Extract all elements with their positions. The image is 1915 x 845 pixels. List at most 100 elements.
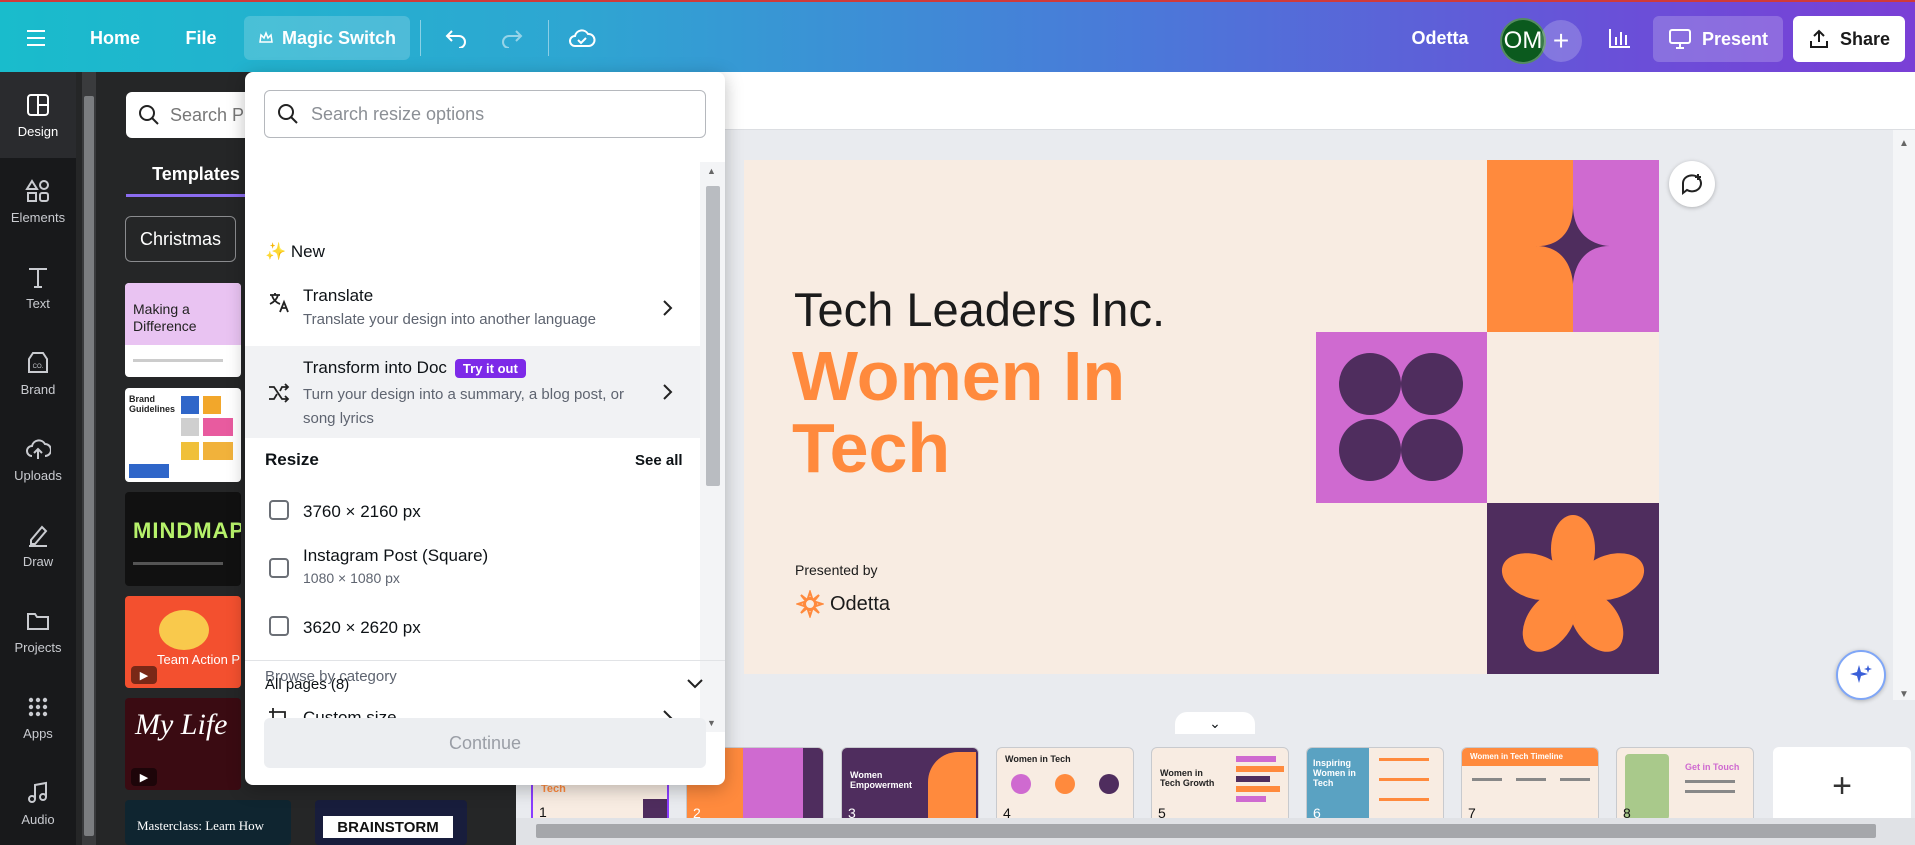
redo-icon — [502, 30, 523, 48]
rail-label: Elements — [10, 209, 66, 225]
slide-title-line1: Women In — [792, 337, 1126, 415]
design-icon — [27, 93, 49, 116]
transform-title-row: Transform into Doc Try it out — [303, 358, 526, 378]
resize-option[interactable]: 3760 × 2160 px — [245, 490, 700, 534]
add-comment-button[interactable] — [1669, 161, 1715, 207]
translate-option[interactable]: Translate Translate your design into ano… — [245, 278, 700, 340]
undo-button[interactable] — [436, 16, 476, 60]
translate-title: Translate — [303, 286, 374, 305]
rail-item-elements[interactable]: Elements — [0, 158, 76, 244]
share-label: Share — [1839, 28, 1891, 49]
resize-option-title: Instagram Post (Square) — [303, 546, 489, 565]
template-title: Brand Guidelines — [129, 394, 176, 414]
template-card[interactable]: My Life ▶ — [125, 698, 241, 790]
play-icon: ▶ — [131, 666, 157, 684]
page-thumbnail-3[interactable]: Women Empowerment 3 — [841, 747, 979, 825]
rail-label: Text — [26, 295, 50, 311]
chevron-down-icon[interactable] — [685, 676, 705, 692]
page-thumbnail-5[interactable]: Women in Tech Growth 5 — [1151, 747, 1289, 825]
save-status-button[interactable] — [562, 16, 602, 60]
brand-icon: CO. — [28, 351, 48, 373]
resize-option-subtitle: 1080 × 1080 px — [303, 570, 400, 586]
template-card[interactable]: Making a Difference — [125, 283, 241, 377]
template-card[interactable]: MINDMAP — [125, 492, 241, 586]
page-thumbnail-4[interactable]: Women in Tech 4 — [996, 747, 1134, 825]
dropdown-scrollbar[interactable]: ▲ ▼ — [700, 162, 725, 732]
rail-item-brand[interactable]: CO. Brand — [0, 330, 76, 416]
slide-company: Tech Leaders Inc. — [794, 283, 1165, 336]
translate-subtitle: Translate your design into another langu… — [303, 311, 596, 328]
svg-text:CO.: CO. — [33, 364, 44, 370]
rail-item-apps[interactable]: Apps — [0, 674, 76, 760]
add-page-button[interactable]: + — [1773, 747, 1911, 825]
slide-graphic — [1316, 160, 1659, 674]
filter-chip-christmas[interactable]: Christmas — [125, 216, 237, 262]
rail-label: Apps — [23, 725, 53, 741]
template-card[interactable]: Team Action Pl ▶ — [125, 596, 241, 688]
page-strip-scrollbar[interactable] — [516, 818, 1915, 845]
text-icon — [29, 267, 47, 288]
chevron-right-icon — [663, 384, 673, 400]
template-title: BRAINSTORM — [323, 816, 453, 838]
insights-button[interactable] — [1598, 16, 1642, 60]
transform-subtitle-1: Turn your design into a summary, a blog … — [303, 386, 624, 403]
apps-icon — [28, 697, 48, 716]
rail-item-uploads[interactable]: Uploads — [0, 416, 76, 502]
rail-item-projects[interactable]: Projects — [0, 588, 76, 674]
page-thumbnail-8[interactable]: Get in Touch 8 — [1616, 747, 1754, 825]
rail-item-design[interactable]: Design — [0, 72, 76, 158]
shuffle-icon — [269, 383, 290, 403]
divider — [548, 20, 549, 56]
see-all-link[interactable]: See all — [635, 452, 683, 469]
page-thumbnail-7[interactable]: Women in Tech Timeline 7 — [1461, 747, 1599, 825]
template-card[interactable]: Masterclass: Learn How — [125, 800, 291, 845]
all-pages-label[interactable]: All pages (8) — [265, 676, 349, 693]
chevron-right-icon — [663, 300, 673, 316]
checkbox[interactable] — [269, 500, 289, 520]
continue-button[interactable]: Continue — [264, 718, 706, 768]
file-button[interactable]: File — [170, 16, 232, 60]
checkbox[interactable] — [269, 616, 289, 636]
resize-option[interactable]: 3620 × 2620 px — [245, 606, 700, 650]
design-name[interactable]: Odetta — [1398, 16, 1482, 60]
home-button[interactable]: Home — [78, 16, 152, 60]
redo-button[interactable] — [492, 16, 532, 60]
divider — [420, 20, 421, 56]
collapse-pages-button[interactable]: ⌄ — [1175, 712, 1255, 734]
page-thumb-text: Get in Touch — [1685, 762, 1740, 772]
plus-icon: + — [1832, 766, 1852, 805]
present-button[interactable]: Present — [1653, 16, 1783, 62]
canvas-vertical-scrollbar[interactable]: ▲ ▼ — [1893, 130, 1915, 700]
resize-option-title: 3760 × 2160 px — [303, 502, 421, 521]
template-card[interactable]: BRAINSTORM — [315, 800, 467, 845]
template-title: Making a Difference — [133, 301, 197, 334]
rail-item-draw[interactable]: Draw — [0, 502, 76, 588]
page-thumb-text: Women in Tech Growth — [1160, 768, 1215, 788]
page-thumb-text: Women in Tech Timeline — [1470, 752, 1563, 761]
template-title: Team Action Pl — [157, 652, 241, 667]
resize-option[interactable]: Instagram Post (Square) 1080 × 1080 px — [245, 540, 700, 600]
slide-canvas[interactable]: Tech Leaders Inc. Women In Tech Presente… — [744, 160, 1659, 674]
template-title: MINDMAP — [133, 518, 241, 543]
resize-search-input[interactable]: Search resize options — [264, 90, 706, 138]
context-toolbar — [516, 72, 1915, 130]
share-button[interactable]: Share — [1793, 16, 1905, 62]
transform-into-doc-option[interactable]: Transform into Doc Try it out Turn your d… — [245, 346, 700, 438]
rail-label: Brand — [20, 381, 56, 397]
add-collaborator-button[interactable]: + — [1540, 20, 1582, 62]
magic-assistant-button[interactable] — [1836, 650, 1886, 700]
magic-switch-button[interactable]: Magic Switch — [244, 16, 410, 60]
undo-icon — [445, 30, 466, 48]
rail-item-audio[interactable]: Audio — [0, 760, 76, 845]
main-menu-button[interactable] — [18, 16, 58, 60]
template-card[interactable]: Brand Guidelines — [125, 388, 241, 482]
template-title: My Life — [135, 708, 228, 741]
side-rail: Design Elements Text CO. Brand Uploads D… — [0, 72, 76, 845]
panel-scrollbar[interactable] — [82, 72, 96, 845]
elements-icon — [25, 178, 49, 202]
page-thumbnail-6[interactable]: Inspiring Women in Tech 6 — [1306, 747, 1444, 825]
rail-item-text[interactable]: Text — [0, 244, 76, 330]
checkbox[interactable] — [269, 558, 289, 578]
cloud-check-icon — [569, 29, 596, 47]
template-title: Masterclass: Learn How — [137, 818, 265, 833]
